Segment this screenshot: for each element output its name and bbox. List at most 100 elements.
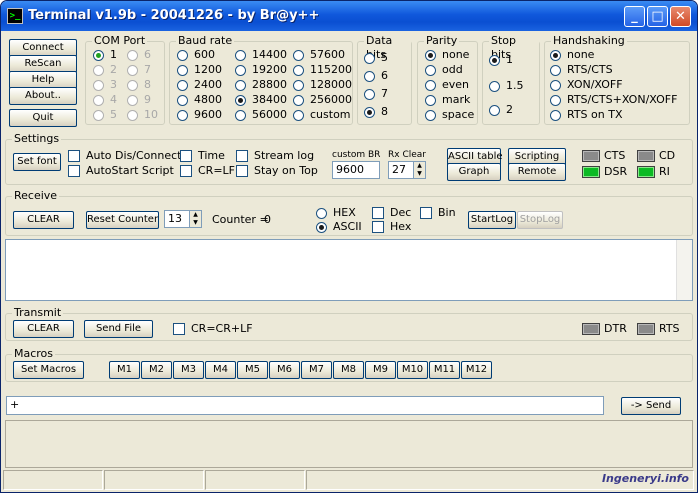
radio-icon: [489, 105, 500, 116]
radio-icon: [177, 80, 188, 91]
radio-icon: [177, 110, 188, 121]
remote-button[interactable]: Remote: [508, 163, 566, 181]
radio-icon: [425, 110, 436, 121]
macro-button-m5[interactable]: M5: [237, 361, 268, 379]
macro-button-m4[interactable]: M4: [205, 361, 236, 379]
reset-counter-button[interactable]: Reset Counter: [86, 211, 159, 229]
stop-log-button: StopLog: [517, 211, 563, 229]
send-file-button[interactable]: Send File: [84, 320, 153, 338]
radio-icon: [316, 222, 327, 233]
receive-clear-button[interactable]: CLEAR: [13, 211, 74, 229]
radio-icon: [93, 50, 104, 61]
custom-br-input[interactable]: 9600: [332, 161, 380, 179]
led-icon: [637, 166, 655, 178]
minimize-icon[interactable]: _: [624, 6, 645, 27]
rx-clear-stepper[interactable]: 27 ▲ ▼: [388, 161, 426, 179]
checkbox-icon: [68, 150, 80, 162]
checkbox-icon: [236, 165, 248, 177]
led-icon: [582, 166, 600, 178]
radio-icon: [235, 50, 246, 61]
radio-icon: [235, 95, 246, 106]
radio-icon: [550, 50, 561, 61]
macro-button-m11[interactable]: M11: [429, 361, 460, 379]
baud-rate-label: Baud rate: [176, 34, 235, 48]
radio-icon: [316, 208, 327, 219]
maximize-icon[interactable]: □: [647, 6, 668, 27]
macros-label: Macros: [12, 347, 56, 361]
spin-arrows-icon[interactable]: ▲ ▼: [189, 211, 201, 227]
transmit-clear-button[interactable]: CLEAR: [13, 320, 74, 338]
radio-icon: [425, 65, 436, 76]
radio-icon: [127, 80, 138, 91]
radio-icon: [293, 80, 304, 91]
radio-icon: [364, 53, 375, 64]
checkbox-icon: [372, 207, 384, 219]
set-font-button[interactable]: Set font: [13, 153, 61, 171]
macro-button-m7[interactable]: M7: [301, 361, 332, 379]
macro-button-m10[interactable]: M10: [397, 361, 428, 379]
send-button[interactable]: -> Send: [621, 397, 681, 415]
settings-label: Settings: [12, 132, 62, 146]
checkbox-icon: [420, 207, 432, 219]
macro-button-m6[interactable]: M6: [269, 361, 300, 379]
vertical-scrollbar[interactable]: [676, 240, 692, 300]
send-input[interactable]: +: [6, 396, 604, 415]
terminal-window: >_ Terminal v1.9b - 20041226 - by Br@y++…: [0, 0, 698, 493]
macro-button-m2[interactable]: M2: [141, 361, 172, 379]
rx-clear-label: Rx Clear: [388, 150, 426, 160]
receive-text-area[interactable]: [5, 239, 693, 301]
status-cell: [3, 470, 103, 490]
radio-icon: [127, 50, 138, 61]
radio-icon: [235, 65, 246, 76]
led-icon: [582, 323, 600, 335]
terminal-icon: >_: [7, 8, 23, 24]
quit-button[interactable]: Quit: [9, 109, 77, 127]
radio-icon: [489, 55, 500, 66]
radio-icon: [293, 95, 304, 106]
radio-icon: [177, 95, 188, 106]
spin-arrows-icon[interactable]: ▲ ▼: [413, 162, 425, 178]
radio-icon: [93, 65, 104, 76]
radio-icon: [364, 107, 375, 118]
led-icon: [637, 323, 655, 335]
counter-spin-value: 13: [168, 212, 182, 225]
parity-label: Parity: [424, 34, 460, 48]
macro-button-m8[interactable]: M8: [333, 361, 364, 379]
com-port-label: COM Port: [92, 34, 148, 48]
set-macros-button[interactable]: Set Macros: [13, 361, 84, 379]
radio-icon: [550, 65, 561, 76]
checkbox-icon: [236, 150, 248, 162]
macro-button-m3[interactable]: M3: [173, 361, 204, 379]
transmit-text-area[interactable]: [5, 420, 693, 468]
transmit-label: Transmit: [12, 306, 64, 320]
radio-icon: [93, 110, 104, 121]
status-cell: [205, 470, 305, 490]
radio-icon: [235, 110, 246, 121]
checkbox-icon: [173, 323, 185, 335]
rx-clear-value: 27: [392, 163, 406, 176]
receive-label: Receive: [12, 189, 60, 203]
checkbox-icon: [180, 150, 192, 162]
watermark: Ingeneryi.info: [601, 472, 689, 485]
close-icon[interactable]: ✕: [670, 6, 691, 27]
radio-icon: [127, 95, 138, 106]
about-button[interactable]: About..: [9, 87, 77, 105]
graph-button[interactable]: Graph: [447, 163, 501, 181]
led-icon: [582, 150, 600, 162]
macro-button-m1[interactable]: M1: [109, 361, 140, 379]
radio-icon: [425, 50, 436, 61]
counter-stepper[interactable]: 13 ▲ ▼: [164, 210, 202, 228]
radio-icon: [489, 81, 500, 92]
radio-icon: [364, 71, 375, 82]
checkbox-icon: [68, 165, 80, 177]
counter-label: Counter =: [212, 213, 269, 226]
title-bar[interactable]: >_ Terminal v1.9b - 20041226 - by Br@y++…: [1, 1, 697, 31]
macro-button-m9[interactable]: M9: [365, 361, 396, 379]
radio-icon: [364, 89, 375, 100]
macro-button-m12[interactable]: M12: [461, 361, 492, 379]
radio-icon: [550, 110, 561, 121]
radio-icon: [293, 50, 304, 61]
start-log-button[interactable]: StartLog: [468, 211, 516, 229]
radio-icon: [425, 80, 436, 91]
radio-icon: [293, 110, 304, 121]
